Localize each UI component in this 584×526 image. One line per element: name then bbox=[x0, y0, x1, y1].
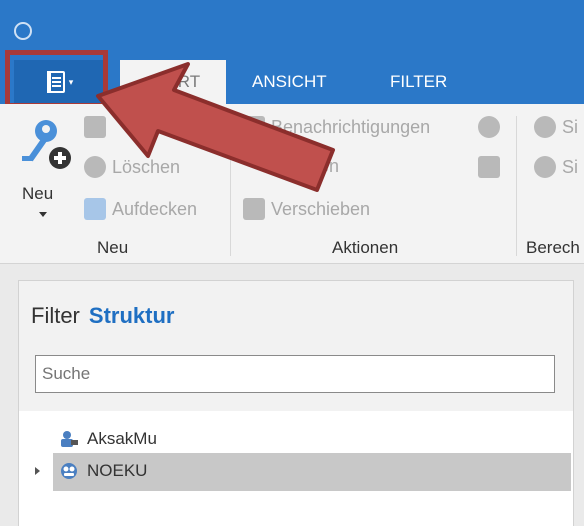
lock-icon bbox=[84, 198, 106, 220]
caret-down-icon bbox=[39, 212, 47, 217]
group-separator bbox=[516, 116, 517, 256]
group-label-berech: Berech bbox=[526, 238, 580, 257]
structure-panel: Filter Struktur AksakMu NOEKU bbox=[18, 280, 574, 526]
image-button[interactable] bbox=[84, 116, 106, 138]
security-button-1-label: Si bbox=[562, 116, 579, 137]
reveal-button[interactable]: Aufdecken bbox=[84, 198, 197, 220]
security-button-1[interactable]: Si bbox=[534, 116, 578, 138]
move-icon bbox=[243, 198, 265, 220]
move-button[interactable]: Verschieben bbox=[243, 198, 370, 220]
expand-arrow-icon[interactable] bbox=[35, 467, 40, 475]
delete-button-label: Löschen bbox=[112, 156, 181, 177]
favorite-button[interactable] bbox=[478, 116, 500, 138]
notifications-button-label: Benachrichtigungen bbox=[271, 116, 431, 137]
ribbon-panel: Neu Löschen Aufdecken Neu Benachrichtigu… bbox=[0, 104, 584, 264]
eye-icon bbox=[534, 156, 556, 178]
group-separator bbox=[230, 116, 231, 256]
panel-header: Filter Struktur bbox=[31, 303, 174, 329]
search-input[interactable] bbox=[35, 355, 555, 393]
notifications-button[interactable]: Benachrichtigungen bbox=[243, 116, 430, 138]
app-circle-icon bbox=[14, 22, 32, 40]
network-icon bbox=[61, 463, 77, 479]
tree-item-label: NOEKU bbox=[87, 461, 148, 480]
tab-start[interactable]: START bbox=[120, 60, 226, 104]
security-button-2-label: Si bbox=[562, 156, 579, 177]
copy-button-label: zieren bbox=[290, 156, 340, 176]
note-icon bbox=[478, 156, 500, 178]
delete-button[interactable]: Löschen bbox=[84, 156, 180, 178]
minus-circle-icon bbox=[84, 156, 106, 178]
filter-tab[interactable]: Filter bbox=[31, 303, 80, 329]
star-icon bbox=[478, 116, 500, 138]
group-label-aktionen: Aktionen bbox=[332, 238, 399, 257]
warning-icon bbox=[243, 116, 265, 138]
move-button-label: Verschieben bbox=[271, 198, 371, 219]
tab-filter[interactable]: FILTER bbox=[390, 60, 447, 104]
new-button-label: Neu bbox=[22, 184, 54, 203]
new-button[interactable]: Neu bbox=[10, 112, 74, 230]
structure-tree: AksakMu NOEKU bbox=[19, 411, 573, 526]
key-add-icon bbox=[22, 120, 71, 169]
user-computer-icon bbox=[61, 431, 78, 447]
note-button[interactable] bbox=[478, 156, 500, 178]
tree-item-noeku[interactable]: NOEKU bbox=[19, 453, 573, 491]
reveal-button-label: Aufdecken bbox=[112, 198, 198, 219]
tree-item-label: AksakMu bbox=[87, 429, 157, 448]
file-menu-highlight-box bbox=[5, 50, 108, 108]
security-button-2[interactable]: Si bbox=[534, 156, 578, 178]
tab-ansicht[interactable]: ANSICHT bbox=[252, 60, 327, 104]
struktur-tab[interactable]: Struktur bbox=[89, 303, 175, 329]
tree-item-aksakmu[interactable]: AksakMu bbox=[19, 421, 573, 457]
copy-button[interactable]: zieren bbox=[290, 156, 339, 177]
image-icon bbox=[84, 116, 106, 138]
group-label-neu: Neu bbox=[97, 238, 129, 257]
user-icon bbox=[534, 116, 556, 138]
